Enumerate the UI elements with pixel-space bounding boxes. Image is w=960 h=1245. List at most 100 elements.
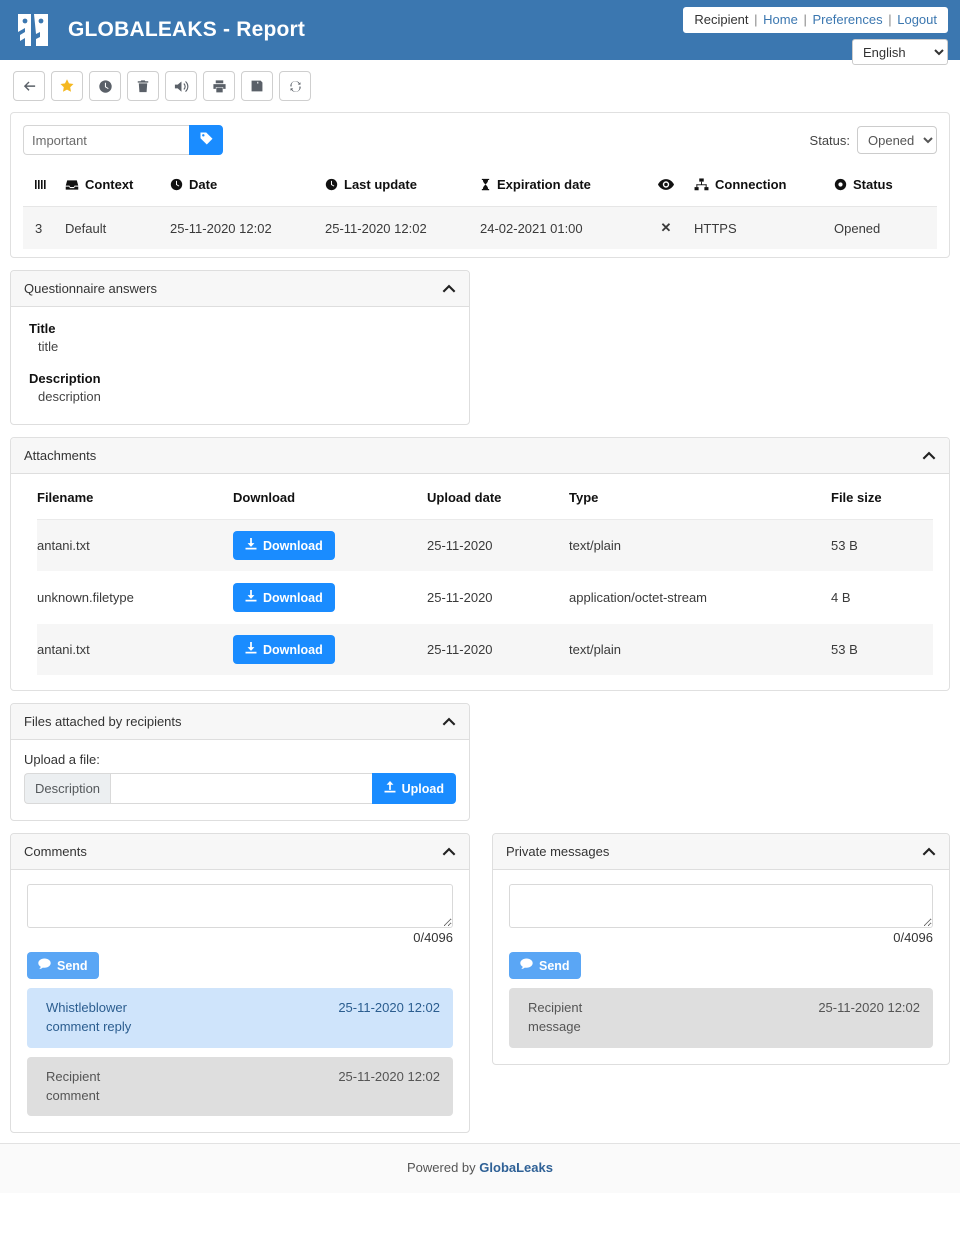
- cell-upload-date: 25-11-2020: [427, 520, 569, 572]
- col-date[interactable]: Date: [170, 165, 325, 207]
- postpone-button[interactable]: [89, 71, 121, 101]
- refresh-button[interactable]: [279, 71, 311, 101]
- tag-input[interactable]: [23, 125, 189, 155]
- table-row[interactable]: 3 Default 25-11-2020 12:02 25-11-2020 12…: [23, 207, 937, 250]
- nav-role: Recipient: [694, 12, 748, 27]
- save-icon: [250, 79, 264, 93]
- private-message-textarea[interactable]: [509, 884, 933, 928]
- cell-download: Download: [233, 520, 427, 572]
- comments-header[interactable]: Comments: [11, 834, 469, 870]
- cell-expiration-date: 24-02-2021 01:00: [480, 207, 642, 250]
- attachments-title: Attachments: [24, 448, 96, 463]
- comment-text: comment: [40, 1087, 440, 1106]
- upload-icon: [384, 781, 396, 796]
- download-button[interactable]: Download: [233, 635, 335, 664]
- cell-seen: ✕: [642, 207, 694, 250]
- chevron-up-icon[interactable]: [442, 715, 456, 728]
- cell-date: 25-11-2020 12:02: [170, 207, 325, 250]
- col-expiration-date[interactable]: Expiration date: [480, 165, 642, 207]
- send-comment-button[interactable]: Send: [27, 952, 99, 979]
- recipient-files-header[interactable]: Files attached by recipients: [11, 704, 469, 740]
- clock-icon: [170, 178, 183, 194]
- send-comment-label: Send: [57, 959, 88, 973]
- download-icon: [245, 642, 257, 657]
- chevron-up-icon[interactable]: [442, 282, 456, 295]
- table-row: antani.txt Download 25-11-2020: [37, 520, 933, 572]
- cell-filename: unknown.filetype: [37, 572, 233, 624]
- tag-filter-group: [23, 125, 223, 155]
- download-button[interactable]: Download: [233, 531, 335, 560]
- comment-item-top: Whistleblower 25-11-2020 12:02: [40, 999, 440, 1018]
- comments-panel: Comments 0/4096 Send Whistleblower 25-11…: [10, 833, 470, 1133]
- export-button[interactable]: [241, 71, 273, 101]
- upload-button[interactable]: Upload: [372, 773, 456, 804]
- action-toolbar: [0, 60, 960, 112]
- recipient-files-panel: Files attached by recipients Upload a fi…: [10, 703, 470, 821]
- app-header: GLOBALEAKS - Report Recipient | Home | P…: [0, 0, 960, 60]
- private-message-item: Recipient 25-11-2020 12:02 message: [509, 988, 933, 1048]
- nav-link-preferences[interactable]: Preferences: [813, 12, 883, 27]
- nav-link-home[interactable]: Home: [763, 12, 798, 27]
- cell-file-size: 53 B: [831, 520, 933, 572]
- notify-button[interactable]: [165, 71, 197, 101]
- nav-link-logout[interactable]: Logout: [897, 12, 937, 27]
- page-footer: Powered by GlobaLeaks: [0, 1143, 960, 1193]
- footer-brand-link[interactable]: GlobaLeaks: [479, 1160, 553, 1175]
- print-button[interactable]: [203, 71, 235, 101]
- questionnaire-field-value: description: [29, 389, 451, 404]
- col-connection[interactable]: Connection: [694, 165, 834, 207]
- chevron-up-icon[interactable]: [922, 845, 936, 858]
- clock-icon: [98, 79, 113, 94]
- col-filename: Filename: [37, 474, 233, 520]
- download-button[interactable]: Download: [233, 583, 335, 612]
- send-private-message-button[interactable]: Send: [509, 952, 581, 979]
- questionnaire-header[interactable]: Questionnaire answers: [11, 271, 469, 307]
- col-last-update-label: Last update: [344, 177, 417, 192]
- questionnaire-card: Questionnaire answers Title title Descri…: [10, 270, 950, 425]
- questionnaire-title: Questionnaire answers: [24, 281, 157, 296]
- questionnaire-body: Title title Description description: [11, 307, 469, 424]
- col-context[interactable]: Context: [65, 165, 170, 207]
- col-seen[interactable]: [642, 165, 694, 207]
- back-button[interactable]: [13, 71, 45, 101]
- refresh-icon: [288, 79, 303, 94]
- file-description-input[interactable]: [110, 773, 372, 804]
- private-messages-title: Private messages: [506, 844, 609, 859]
- cell-upload-date: 25-11-2020: [427, 624, 569, 676]
- chevron-up-icon[interactable]: [442, 845, 456, 858]
- col-date-label: Date: [189, 177, 217, 192]
- download-label: Download: [263, 539, 323, 553]
- arrow-left-icon: [22, 79, 37, 94]
- attachments-header[interactable]: Attachments: [11, 438, 949, 474]
- tag-apply-button[interactable]: [189, 125, 223, 155]
- star-button[interactable]: [51, 71, 83, 101]
- col-expiration-label: Expiration date: [497, 177, 591, 192]
- description-prefix-label: Description: [24, 773, 110, 804]
- comment-icon: [520, 958, 533, 973]
- col-connection-label: Connection: [715, 177, 787, 192]
- col-status[interactable]: Status: [834, 165, 937, 207]
- col-file-size: File size: [831, 474, 933, 520]
- nav-separator-2: |: [803, 12, 806, 27]
- delete-button[interactable]: [127, 71, 159, 101]
- cell-connection: HTTPS: [694, 207, 834, 250]
- nav-separator-3: |: [888, 12, 891, 27]
- comment-textarea[interactable]: [27, 884, 453, 928]
- language-select[interactable]: English: [852, 39, 948, 65]
- questionnaire-field-value: title: [29, 339, 451, 354]
- col-id[interactable]: [23, 165, 65, 207]
- private-messages-body: 0/4096 Send Recipient 25-11-2020 12:02 m…: [493, 870, 949, 1064]
- tag-icon: [199, 131, 214, 149]
- status-select[interactable]: Opened: [857, 126, 937, 154]
- page-title: GLOBALEAKS - Report: [68, 18, 305, 42]
- col-last-update[interactable]: Last update: [325, 165, 480, 207]
- chevron-up-icon[interactable]: [922, 449, 936, 462]
- private-messages-header[interactable]: Private messages: [493, 834, 949, 870]
- download-label: Download: [263, 643, 323, 657]
- hourglass-icon: [480, 178, 491, 194]
- barcode-icon: [35, 179, 49, 194]
- brand: GLOBALEAKS - Report: [14, 12, 305, 48]
- printer-icon: [212, 79, 227, 94]
- col-context-label: Context: [85, 177, 133, 192]
- circle-dot-icon: [834, 178, 847, 194]
